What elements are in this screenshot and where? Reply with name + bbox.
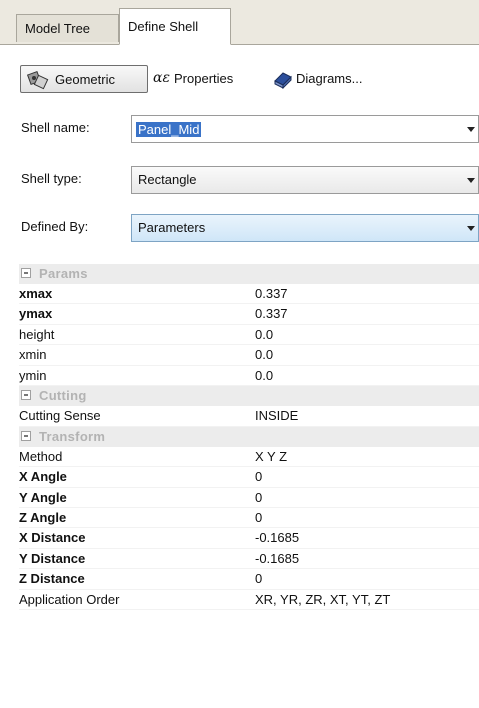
chevron-down-icon[interactable] xyxy=(467,178,475,183)
defined-by-select[interactable]: Parameters xyxy=(131,214,479,242)
collapse-icon[interactable] xyxy=(21,268,31,278)
property-row[interactable]: Method X Y Z xyxy=(19,447,479,468)
defined-by-row: Defined By: Parameters xyxy=(0,211,479,245)
property-name: Z Angle xyxy=(19,509,67,525)
property-row[interactable]: X Distance -0.1685 xyxy=(19,528,479,549)
shell-name-row: Shell name: Panel_Mid xyxy=(0,112,479,146)
property-name: Y Angle xyxy=(19,489,67,505)
property-name: Y Distance xyxy=(19,550,86,566)
property-value[interactable]: 0 xyxy=(255,488,262,508)
properties-label: Properties xyxy=(174,71,234,86)
property-row[interactable]: Z Angle 0 xyxy=(19,508,479,529)
property-row[interactable]: Cutting Sense INSIDE xyxy=(19,406,479,427)
tab-bar: Model Tree Define Shell xyxy=(0,0,479,45)
chevron-down-icon[interactable] xyxy=(467,127,475,132)
diagrams-icon xyxy=(274,72,292,89)
property-row[interactable]: X Angle 0 xyxy=(19,467,479,488)
property-value[interactable]: -0.1685 xyxy=(255,549,299,569)
property-grid: Params xmax 0.337 ymax 0.337 height 0.0 xmin 0.… xyxy=(19,264,479,611)
property-row[interactable]: xmax 0.337 xyxy=(19,284,479,305)
property-value[interactable]: 0.0 xyxy=(255,366,273,386)
section-title: Transform xyxy=(39,428,106,444)
section-params[interactable]: Params xyxy=(19,264,479,284)
collapse-icon[interactable] xyxy=(21,390,31,401)
property-value[interactable]: 0 xyxy=(255,467,262,487)
property-value[interactable]: 0.337 xyxy=(255,284,288,304)
property-row[interactable]: Z Distance 0 xyxy=(19,569,479,590)
defined-by-value: Parameters xyxy=(138,220,206,235)
shell-name-value[interactable]: Panel_Mid xyxy=(136,122,202,137)
shell-type-label: Shell type: xyxy=(21,171,82,186)
property-value[interactable]: X Y Z xyxy=(255,447,287,467)
defined-by-label: Defined By: xyxy=(21,219,89,234)
property-value[interactable]: INSIDE xyxy=(255,406,298,426)
property-name: X Distance xyxy=(19,530,86,546)
properties-icon: αε xyxy=(153,70,170,86)
collapse-icon[interactable] xyxy=(21,430,31,441)
property-row[interactable]: ymin 0.0 xyxy=(19,366,479,387)
geometric-label: Geometric xyxy=(55,72,115,87)
diagrams-button[interactable]: Diagrams... xyxy=(270,65,400,93)
shell-type-row: Shell type: Rectangle xyxy=(0,163,479,197)
property-name: X Angle xyxy=(19,469,67,485)
property-value[interactable]: 0.0 xyxy=(255,325,273,345)
property-value[interactable]: 0.337 xyxy=(255,304,288,324)
tab-define-shell[interactable]: Define Shell xyxy=(119,8,231,45)
geometric-button[interactable]: Geometric xyxy=(20,65,148,93)
property-row[interactable]: ymax 0.337 xyxy=(19,304,479,325)
geometric-icon xyxy=(27,70,49,90)
property-value[interactable]: 0 xyxy=(255,569,262,589)
property-name: Z Distance xyxy=(19,571,85,587)
property-row[interactable]: Application Order XR, YR, ZR, XT, YT, ZT xyxy=(19,590,479,611)
shell-type-select[interactable]: Rectangle xyxy=(131,166,479,194)
shell-type-value: Rectangle xyxy=(138,172,197,187)
section-transform[interactable]: Transform xyxy=(19,426,479,447)
chevron-down-icon[interactable] xyxy=(467,226,475,231)
shell-name-label: Shell name: xyxy=(21,120,90,135)
property-row[interactable]: xmin 0.0 xyxy=(19,345,479,366)
toolbar: Geometric αε Properties Diagrams... xyxy=(0,45,479,107)
property-value[interactable]: XR, YR, ZR, XT, YT, ZT xyxy=(255,590,390,610)
property-name: Cutting Sense xyxy=(19,408,101,424)
property-name: height xyxy=(19,326,55,342)
section-title: Cutting xyxy=(39,388,87,404)
properties-button[interactable]: αε Properties xyxy=(150,65,268,93)
property-row[interactable]: height 0.0 xyxy=(19,325,479,346)
property-name: Method xyxy=(19,448,63,464)
diagrams-label: Diagrams... xyxy=(296,71,363,86)
tab-model-tree[interactable]: Model Tree xyxy=(16,14,119,42)
property-name: xmax xyxy=(19,286,53,301)
section-cutting[interactable]: Cutting xyxy=(19,386,479,407)
section-title: Params xyxy=(39,266,88,281)
property-name: ymin xyxy=(19,367,47,383)
shell-name-combo[interactable]: Panel_Mid xyxy=(131,115,479,143)
property-row[interactable]: Y Distance -0.1685 xyxy=(19,549,479,570)
property-name: ymax xyxy=(19,306,53,322)
property-row[interactable]: Y Angle 0 xyxy=(19,488,479,508)
property-name: xmin xyxy=(19,347,47,363)
property-name: Application Order xyxy=(19,591,120,607)
property-value[interactable]: 0.0 xyxy=(255,345,273,365)
property-value[interactable]: -0.1685 xyxy=(255,528,299,548)
property-value[interactable]: 0 xyxy=(255,508,262,528)
